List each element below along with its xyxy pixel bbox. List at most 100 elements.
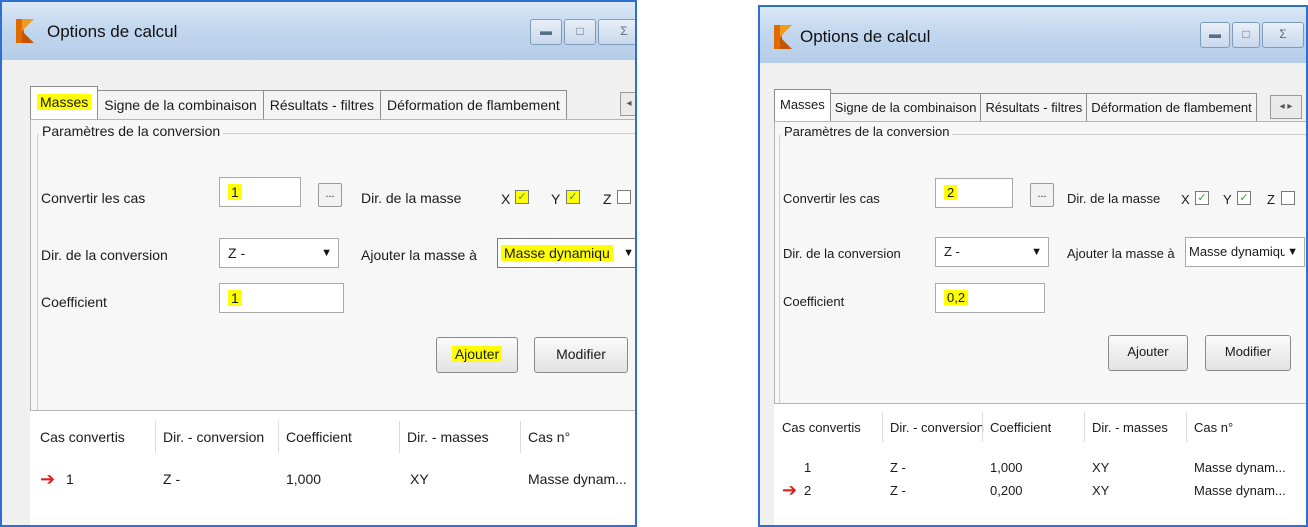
conversion-direction-select[interactable]: Z - ▼ [219,238,339,268]
column-header[interactable]: Cas n° [1194,420,1233,435]
column-header[interactable]: Dir. - masses [1092,420,1168,435]
table-cell[interactable]: 1 [66,471,74,487]
add-mass-to-value: Masse dynamiqu [501,245,613,261]
column-separator [399,421,400,453]
table-cell[interactable]: XY [1092,460,1109,475]
x-checkbox[interactable]: ✓ [515,190,529,204]
conversion-direction-value: Z - [228,245,246,261]
z-checkbox[interactable] [617,190,631,204]
right-title-bar[interactable]: Options de calcul ▬ □ Σ [760,7,1306,63]
modify-button[interactable]: Modifier [534,337,628,373]
table-cell[interactable]: 1,000 [990,460,1023,475]
table-cell[interactable]: Masse dynam... [1194,483,1286,498]
table-cell[interactable]: XY [410,471,429,487]
column-header[interactable]: Cas convertis [40,429,125,445]
right-dialog-window: Options de calcul ▬ □ Σ Masses Signe de … [758,5,1308,527]
chevron-down-icon: ▼ [1285,238,1298,266]
left-dialog-content: Masses Signe de la combinaison Résultats… [2,60,635,525]
convert-cases-input[interactable]: 1 [219,177,301,207]
conversion-direction-label: Dir. de la conversion [783,246,901,261]
tab-masses[interactable]: Masses [30,86,99,119]
column-separator [1084,412,1085,442]
converted-cases-table: Cas convertis Dir. - conversion Coeffici… [30,410,635,525]
mass-direction-label: Dir. de la masse [1067,191,1161,206]
add-mass-to-select[interactable]: Masse dynamiqu ▼ [497,238,635,268]
table-cell[interactable]: Z - [890,483,906,498]
left-title-bar[interactable]: Options de calcul ▬ □ Σ [2,2,635,60]
window-title: Options de calcul [47,22,178,41]
column-header[interactable]: Dir. - conversion [163,429,264,445]
close-button[interactable]: Σ [1262,22,1304,48]
x-checkbox[interactable]: ✓ [1195,191,1209,205]
browse-button[interactable]: ... [318,183,342,207]
table-cell[interactable]: XY [1092,483,1109,498]
add-mass-to-value: Masse dynamiqu [1189,244,1288,259]
chevron-down-icon: ▼ [321,247,332,259]
column-header[interactable]: Coefficient [286,429,352,445]
conversion-direction-select[interactable]: Z - ▼ [935,237,1049,267]
group-title: Paramètres de la conversion [39,123,224,139]
right-dialog-content: Masses Signe de la combinaison Résultats… [760,63,1306,525]
tab-deformation-flambement[interactable]: Déformation de flambement [1086,93,1257,122]
column-separator [155,421,156,453]
maximize-button[interactable]: □ [1232,22,1260,48]
window-title: Options de calcul [800,27,931,46]
coefficient-label: Coefficient [783,294,845,309]
left-masses-panel: Paramètres de la conversion Convertir le… [30,119,635,451]
group-title: Paramètres de la conversion [781,124,953,139]
minimize-button[interactable]: ▬ [530,19,562,45]
table-cell[interactable]: 1,000 [286,471,321,487]
column-separator [882,412,883,442]
tab-deformation-flambement[interactable]: Déformation de flambement [380,90,567,119]
y-checkbox[interactable]: ✓ [566,190,580,204]
x-label: X [501,191,511,207]
modify-button[interactable]: Modifier [1205,335,1291,371]
tab-signe-combinaison[interactable]: Signe de la combinaison [829,93,982,122]
tab-scroll-left-icon[interactable]: ◂ [620,92,635,116]
column-header[interactable]: Coefficient [990,420,1051,435]
tab-masses[interactable]: Masses [774,89,831,122]
mass-direction-label: Dir. de la masse [361,190,462,206]
browse-button[interactable]: ... [1030,183,1054,207]
y-checkbox[interactable]: ✓ [1237,191,1251,205]
right-tab-bar: Masses Signe de la combinaison Résultats… [774,89,1257,122]
close-button[interactable]: Σ [598,19,635,45]
minimize-button[interactable]: ▬ [1200,22,1230,48]
tab-resultats-filtres[interactable]: Résultats - filtres [980,93,1088,122]
converted-cases-table: Cas convertis Dir. - conversion Coeffici… [774,403,1306,525]
column-separator [1186,412,1187,442]
left-tab-bar: Masses Signe de la combinaison Résultats… [30,86,567,119]
column-header[interactable]: Cas n° [528,429,570,445]
tab-resultats-filtres[interactable]: Résultats - filtres [262,90,382,119]
coefficient-input[interactable]: 1 [219,283,344,313]
z-checkbox[interactable] [1281,191,1295,205]
coefficient-input[interactable]: 0,2 [935,283,1045,313]
column-header[interactable]: Dir. - masses [407,429,489,445]
table-cell[interactable]: Masse dynam... [528,471,627,487]
chevron-down-icon: ▼ [621,239,634,267]
add-mass-to-select[interactable]: Masse dynamiqu ▼ [1185,237,1305,267]
add-mass-to-label: Ajouter la masse à [1067,246,1175,261]
conversion-direction-label: Dir. de la conversion [41,247,168,263]
convert-cases-input[interactable]: 2 [935,178,1013,208]
tab-scroll-arrows-icon[interactable]: ◂ ▸ [1270,95,1302,119]
table-cell[interactable]: Z - [890,460,906,475]
table-cell[interactable]: 1 [804,460,811,475]
current-row-arrow-icon: ➔ [782,480,798,500]
convert-cases-label: Convertir les cas [41,190,146,206]
tab-signe-combinaison[interactable]: Signe de la combinaison [97,90,264,119]
maximize-button[interactable]: □ [564,19,596,45]
table-cell[interactable]: 2 [804,483,811,498]
add-button[interactable]: Ajouter [1108,335,1188,371]
chevron-down-icon: ▼ [1031,246,1042,258]
add-button[interactable]: Ajouter [436,337,518,373]
table-cell[interactable]: Masse dynam... [1194,460,1286,475]
column-header[interactable]: Dir. - conversion [890,420,984,435]
column-separator [278,421,279,453]
y-label: Y [1223,192,1232,207]
table-cell[interactable]: 0,200 [990,483,1023,498]
z-label: Z [603,191,612,207]
x-label: X [1181,192,1190,207]
column-header[interactable]: Cas convertis [782,420,861,435]
table-cell[interactable]: Z - [163,471,180,487]
